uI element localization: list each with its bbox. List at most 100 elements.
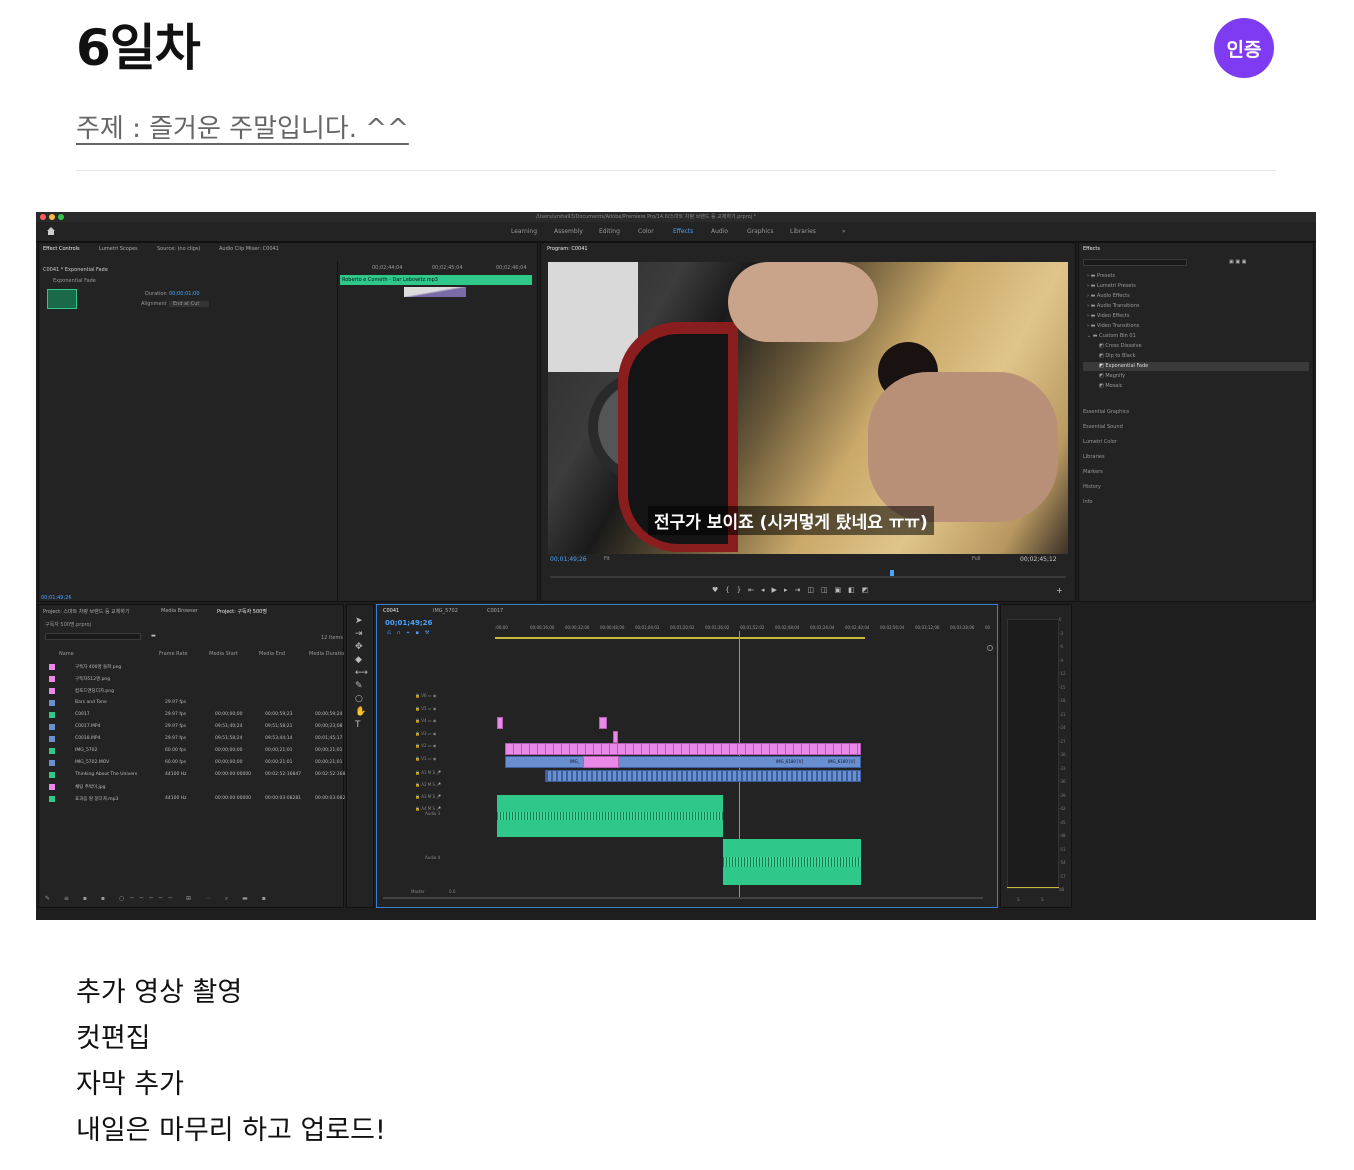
certify-badge[interactable]: 인증 <box>1214 18 1274 78</box>
section-lumetri-color[interactable]: Lumetri Color <box>1083 439 1117 445</box>
project-file-row[interactable]: C0017 29.97 fps 00;00;00;00 00;00;59;23 00;0… <box>45 709 345 721</box>
effects-folder[interactable]: › ▬ Video Effects <box>1087 313 1130 319</box>
more-workspaces-icon[interactable]: » <box>842 228 846 235</box>
home-icon[interactable] <box>46 226 56 236</box>
timeline-clip[interactable] <box>613 731 618 743</box>
v2-graphic-clips[interactable] <box>505 743 861 755</box>
effect-item[interactable]: ◩ Cross Dissolve <box>1099 343 1142 349</box>
col-name[interactable]: Name <box>59 651 74 657</box>
tab-media-browser[interactable]: Media Browser <box>161 608 198 614</box>
timeline-timecode[interactable]: 00;01;49;26 <box>385 619 432 627</box>
project-file-row[interactable]: C0017.MP4 29.97 fps 09;51;40;24 09;51;58;21… <box>45 721 345 733</box>
section-history[interactable]: History <box>1083 484 1101 490</box>
col-media-start[interactable]: Media Start <box>209 651 238 657</box>
tab-seq-c0017[interactable]: C0017 <box>487 608 503 614</box>
duration-value[interactable]: 00;00;01;00 <box>169 291 200 297</box>
project-file-row[interactable]: Thinking About The Univers 44100 Hz 00:00:… <box>45 769 345 781</box>
effect-item[interactable]: ◩ Dip to Black <box>1099 353 1135 359</box>
timeline-clip[interactable] <box>599 717 607 729</box>
ec-audio-clip[interactable]: Roberto e Cometh - Dar Lebowitz.mp3 <box>340 275 532 285</box>
ec-fade-shape[interactable] <box>404 287 466 297</box>
a1-audio-clips[interactable] <box>545 770 861 782</box>
timeline-ruler[interactable]: ;00;00 00;00;16;00 00;00;32;00 00;00;48;00 0… <box>495 625 990 635</box>
section-essential-graphics[interactable]: Essential Graphics <box>1083 409 1129 415</box>
effects-filter-icons[interactable]: ▣ ▣ ▣ <box>1229 259 1246 265</box>
project-file-row[interactable]: 효과음 땅 뭉다쳐.mp3 44100 Hz 00:00:00:00000 00:00… <box>45 793 345 805</box>
program-scrubber[interactable] <box>550 576 1066 578</box>
ws-tab-color[interactable]: Color <box>638 228 654 235</box>
project-file-row[interactable]: IMG_5702 60.00 fps 00;00;00;00 00;00;21;01 0… <box>45 745 345 757</box>
col-media-end[interactable]: Media End <box>259 651 285 657</box>
audio-track-a3[interactable]: 🔒 A3 M S 🎤 <box>415 794 441 799</box>
close-dot-icon[interactable] <box>40 214 46 220</box>
ws-tab-libraries[interactable]: Libraries <box>790 228 816 235</box>
effects-folder[interactable]: › ▬ Video Transitions <box>1087 323 1139 329</box>
add-button-icon[interactable]: + <box>1056 586 1063 595</box>
alignment-select[interactable]: End at Cut <box>169 301 209 307</box>
meter-solo-right[interactable]: S <box>1041 897 1044 902</box>
video-track-v3[interactable]: 🔒 V3 ▭ ◉ <box>415 731 436 736</box>
col-frame-rate[interactable]: Frame Rate <box>159 651 188 657</box>
video-track-v4[interactable]: 🔒 V4 ▭ ◉ <box>415 718 436 723</box>
ws-tab-learning[interactable]: Learning <box>511 228 537 235</box>
tab-lumetri-scopes[interactable]: Lumetri Scopes <box>99 246 138 252</box>
tab-seq-img5702[interactable]: IMG_5702 <box>433 608 458 614</box>
effects-folder[interactable]: › ▬ Lumetri Presets <box>1087 283 1136 289</box>
section-essential-sound[interactable]: Essential Sound <box>1083 424 1123 430</box>
audio-track-a1[interactable]: 🔒 A1 M S 🎤 <box>415 770 441 775</box>
tab-audio-clip-mixer[interactable]: Audio Clip Mixer: C0041 <box>219 246 279 252</box>
timeline-tool-icons[interactable]: ⎌∩⌖▪⚒ <box>387 630 435 636</box>
quality-select[interactable]: Full <box>972 556 981 562</box>
ws-tab-graphics[interactable]: Graphics <box>747 228 774 235</box>
tab-seq-c0041[interactable]: C0041 <box>383 608 399 614</box>
timeline-scrollbar[interactable] <box>987 645 993 895</box>
audio4-clip[interactable] <box>723 839 861 885</box>
effects-folder[interactable]: ⌄ ▬ Custom Bin 01 <box>1087 333 1136 339</box>
project-toolbar-icons[interactable]: ✎ ≡ ▪ ▪ ○───── ⊞ ⋯ ⌕ ▬ ▪ <box>45 895 341 905</box>
project-file-row[interactable]: 구독자 400명 돌파.png <box>45 661 345 673</box>
tool-icons[interactable]: ➤ ⇥ ✥ ◆ ⟷ ✎ ○ ✋ T <box>355 615 368 732</box>
video-track-v1[interactable]: 🔒 V1 ▭ ◉ <box>415 756 436 761</box>
effects-search-input[interactable] <box>1083 259 1187 266</box>
audio3-clip[interactable] <box>497 795 723 837</box>
project-file-row[interactable]: 컴포드엔딩디자.png <box>45 685 345 697</box>
section-info[interactable]: Info <box>1083 499 1092 505</box>
zoom-dot-icon[interactable] <box>58 214 64 220</box>
project-file-row[interactable]: 구독자512명.png <box>45 673 345 685</box>
effects-folder[interactable]: › ▬ Audio Transitions <box>1087 303 1140 309</box>
ws-tab-editing[interactable]: Editing <box>599 228 620 235</box>
video-track-v2[interactable]: 🔒 V2 ▭ ◉ <box>415 743 436 748</box>
ws-tab-audio[interactable]: Audio <box>711 228 728 235</box>
project-file-row[interactable]: 채팅 추박이.jpg <box>45 781 345 793</box>
tab-source[interactable]: Source: (no clips) <box>157 246 200 252</box>
timeline-clip[interactable] <box>583 756 619 768</box>
v1-video-clips[interactable]: IMG_ IMG_6180 [V] IMG_6180 [V] <box>505 756 861 768</box>
effect-item[interactable]: ◩ Magnify <box>1099 373 1125 379</box>
new-bin-icon[interactable]: ▬ <box>151 633 156 639</box>
section-markers[interactable]: Markers <box>1083 469 1103 475</box>
tab-project-1[interactable]: Project: 스마트 차량 브랜드 등 교체하기 <box>43 608 130 615</box>
section-libraries[interactable]: Libraries <box>1083 454 1105 460</box>
tab-program[interactable]: Program: C0041 <box>547 246 588 252</box>
audio-track-a2[interactable]: 🔒 A2 M S 🎤 <box>415 782 441 787</box>
master-value[interactable]: 0.0 <box>449 889 455 894</box>
project-file-row[interactable]: IMG_5702.MOV 60.00 fps 00;00;00;00 00;00;21… <box>45 757 345 769</box>
effects-folder[interactable]: › ▬ Audio Effects <box>1087 293 1130 299</box>
program-playhead[interactable] <box>890 570 894 576</box>
project-file-row[interactable]: C0018.MP4 29.97 fps 09;51;58;24 09;53;44;14… <box>45 733 345 745</box>
project-file-row[interactable]: Bars and Tone 29.97 fps <box>45 697 345 709</box>
ec-timecode[interactable]: 00;01;49;26 <box>41 595 72 601</box>
effect-item-selected[interactable]: ◩ Exponential Fade <box>1099 363 1148 369</box>
transport-controls[interactable]: ♥{}⇤◂▶▸⇥◫◫▣◧◩ <box>712 586 875 594</box>
video-track-v6[interactable]: 🔒 V6 ▭ ◉ <box>415 693 436 698</box>
col-media-duration[interactable]: Media Duratio <box>309 651 344 657</box>
meter-solo-left[interactable]: S <box>1017 897 1020 902</box>
tab-effect-controls[interactable]: Effect Controls <box>43 246 80 252</box>
minimize-dot-icon[interactable] <box>49 214 55 220</box>
fit-select[interactable]: Fit <box>604 556 610 562</box>
audio-track-a4[interactable]: 🔒 A4 M S 🎤 <box>415 806 441 811</box>
effect-item[interactable]: ◩ Mosaic <box>1099 383 1123 389</box>
project-search-input[interactable] <box>45 633 141 640</box>
tab-project-2[interactable]: Project: 구독자 500명 <box>217 608 267 615</box>
ws-tab-effects[interactable]: Effects <box>673 228 693 235</box>
